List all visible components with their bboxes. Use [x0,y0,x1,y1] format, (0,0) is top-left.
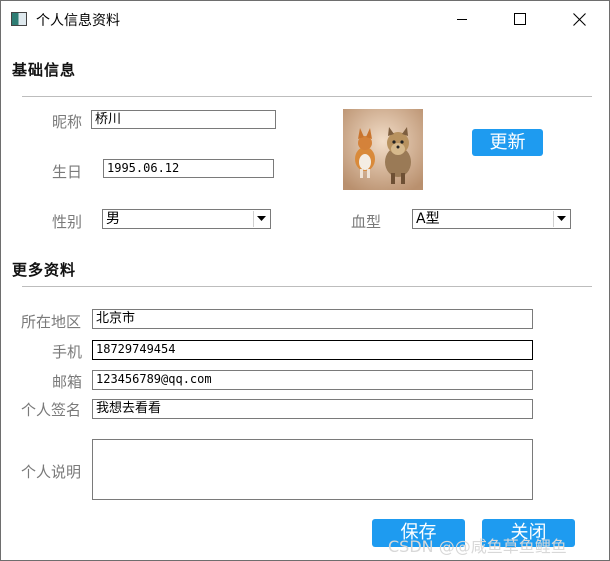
phone-input[interactable]: 18729749454 [92,340,533,360]
signature-input[interactable]: 我想去看看 [92,399,533,419]
minimize-icon [457,19,467,20]
blood-type-value: A型 [416,211,440,227]
gender-value: 男 [106,211,120,227]
maximize-button[interactable] [497,1,543,37]
signature-label: 个人签名 [21,401,82,419]
region-label: 所在地区 [21,313,82,331]
birthday-label: 生日 [52,163,83,181]
watermark-text: CSDN @@咸鱼草鱼鲤鱼 [388,537,567,556]
minimize-button[interactable] [439,1,485,37]
region-input[interactable]: 北京市 [92,309,533,329]
dropdown-arrow-icon[interactable] [553,211,569,227]
email-input[interactable]: 123456789@qq.com [92,370,533,390]
close-icon [572,12,586,26]
window-title: 个人信息资料 [36,13,120,29]
email-label: 邮箱 [52,373,83,391]
section-title-basic: 基础信息 [12,61,77,79]
profile-window: 个人信息资料 基础信息 昵称 桥川 生日 1995.06.12 性别 男 血型 … [0,0,610,561]
phone-label: 手机 [52,343,83,361]
dog-photo-icon [343,109,423,190]
gender-select[interactable]: 男 [102,209,271,229]
gender-label: 性别 [52,213,83,231]
avatar-photo [343,109,423,190]
nickname-label: 昵称 [52,113,83,131]
description-label: 个人说明 [21,463,82,481]
birthday-input[interactable]: 1995.06.12 [103,159,274,178]
nickname-input[interactable]: 桥川 [91,110,276,129]
description-textarea[interactable] [92,439,533,500]
section-title-more: 更多资料 [12,261,77,279]
close-window-button[interactable] [556,1,602,37]
update-photo-button[interactable]: 更新 [472,129,543,156]
maximize-icon [514,13,526,25]
blood-type-label: 血型 [351,213,382,231]
dropdown-arrow-icon[interactable] [253,211,269,227]
blood-type-select[interactable]: A型 [412,209,571,229]
divider [22,286,592,287]
divider [22,96,592,97]
title-bar[interactable]: 个人信息资料 [1,1,609,37]
app-icon [11,12,27,26]
